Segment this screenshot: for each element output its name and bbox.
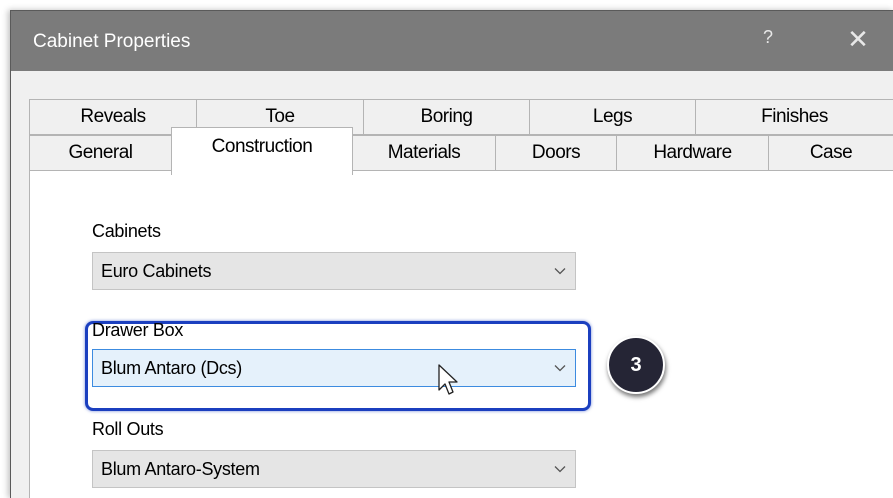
drawer-box-dropdown[interactable]: Blum Antaro (Dcs): [92, 349, 576, 387]
tab-boring[interactable]: Boring: [363, 99, 530, 135]
tab-case[interactable]: Case: [768, 135, 893, 171]
tab-finishes[interactable]: Finishes: [695, 99, 893, 135]
mouse-pointer-icon: [438, 364, 458, 395]
window-title: Cabinet Properties: [33, 31, 191, 52]
roll-outs-label: Roll Outs: [92, 419, 164, 439]
cabinets-dropdown[interactable]: Euro Cabinets: [92, 252, 576, 290]
title-bar: Cabinet Properties ? ✕: [11, 11, 893, 71]
cabinets-label: Cabinets: [92, 221, 161, 241]
tab-construction[interactable]: Construction: [171, 127, 353, 175]
roll-outs-value: Blum Antaro-System: [101, 459, 260, 479]
chevron-down-icon: [554, 365, 566, 372]
chevron-down-icon: [554, 466, 566, 473]
tab-legs[interactable]: Legs: [529, 99, 696, 135]
construction-panel: Cabinets Euro Cabinets Drawer Box Blum A…: [29, 170, 893, 498]
roll-outs-dropdown[interactable]: Blum Antaro-System: [92, 450, 576, 488]
help-button[interactable]: ?: [753, 27, 783, 53]
step-number-badge: 3: [607, 336, 665, 394]
tab-general[interactable]: General: [29, 135, 172, 171]
cabinets-value: Euro Cabinets: [101, 261, 212, 281]
drawer-box-value: Blum Antaro (Dcs): [101, 358, 242, 378]
tab-hardware[interactable]: Hardware: [616, 135, 769, 171]
tab-doors[interactable]: Doors: [495, 135, 617, 171]
tab-materials[interactable]: Materials: [352, 135, 496, 171]
cabinet-properties-dialog: Cabinet Properties ? ✕ Reveals Toe Borin…: [10, 10, 893, 498]
drawer-box-label: Drawer Box: [92, 320, 184, 340]
chevron-down-icon: [554, 268, 566, 275]
close-button[interactable]: ✕: [841, 25, 875, 55]
